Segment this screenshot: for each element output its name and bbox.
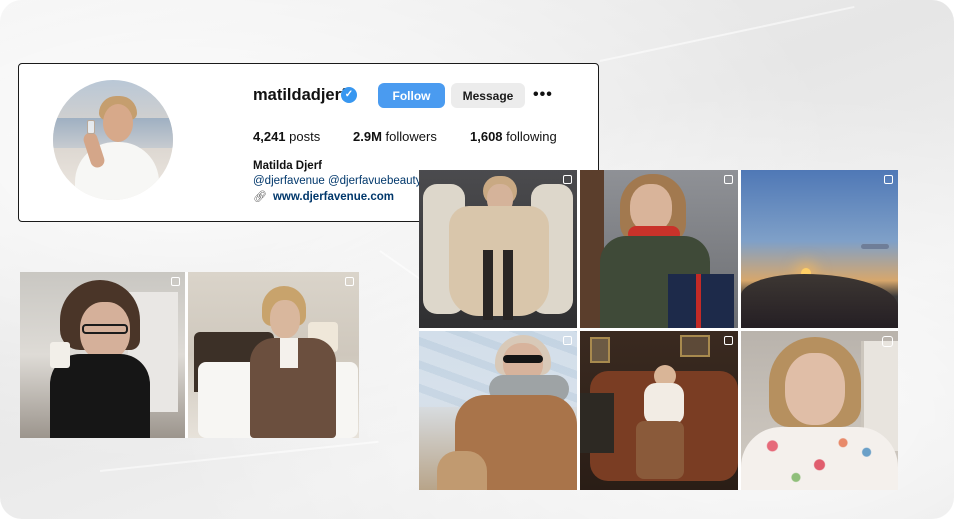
website-url: www.djerfavenue.com [272, 191, 394, 203]
following-label: following [502, 129, 557, 144]
background-canvas: matildadjerf ✓ Follow Message ••• 4,241 … [0, 0, 954, 519]
followers-label: followers [381, 129, 437, 144]
bio-mentions[interactable]: @djerfavenue @djerfavuebeauty [253, 175, 423, 187]
bio-website-link[interactable]: 🔗︎ www.djerfavenue.com [253, 190, 394, 203]
post-tile-woman-car-seat-coat[interactable] [419, 170, 577, 328]
multiple-photos-icon [563, 175, 572, 184]
paper-crease [99, 440, 379, 472]
post-grid-left [20, 272, 359, 438]
multiple-photos-icon [563, 336, 572, 345]
verified-badge-icon: ✓ [341, 87, 357, 103]
multiple-photos-icon [884, 175, 893, 184]
profile-full-name: Matilda Djerf [253, 160, 323, 172]
posts-label: posts [285, 129, 321, 144]
multiple-photos-icon [171, 277, 180, 286]
multiple-photos-icon [724, 336, 733, 345]
more-options-icon[interactable]: ••• [533, 85, 553, 105]
follow-button[interactable]: Follow [378, 83, 445, 108]
link-icon: 🔗︎ [253, 191, 267, 203]
post-tile-woman-floral-robe[interactable] [741, 331, 898, 490]
posts-count-stat[interactable]: 4,241 posts [253, 129, 320, 144]
posts-count: 4,241 [253, 129, 286, 144]
post-tile-sunset-landscape[interactable] [741, 170, 898, 328]
message-button[interactable]: Message [451, 83, 525, 108]
post-grid-right [419, 170, 898, 490]
post-tile-woman-sunglasses-plane[interactable] [419, 331, 577, 490]
post-tile-woman-red-scarf-box[interactable] [580, 170, 738, 328]
multiple-photos-icon [345, 277, 354, 286]
post-tile-woman-glasses-coffee[interactable] [20, 272, 185, 438]
following-count-stat[interactable]: 1,608 following [470, 129, 557, 144]
followers-count-stat[interactable]: 2.9M followers [353, 129, 437, 144]
post-tile-woman-leather-sofa[interactable] [580, 331, 738, 490]
profile-username: matildadjerf [253, 86, 347, 104]
multiple-photos-icon [724, 175, 733, 184]
followers-count: 2.9M [353, 129, 382, 144]
post-tile-woman-brown-blazer-bed[interactable] [188, 272, 359, 438]
paper-crease [599, 5, 855, 62]
reel-icon [882, 336, 893, 347]
following-count: 1,608 [470, 129, 503, 144]
profile-avatar[interactable] [53, 80, 173, 200]
